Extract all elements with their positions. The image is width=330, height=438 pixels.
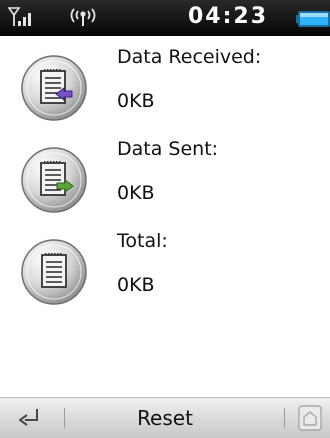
data-received-label: Data Received: (117, 46, 262, 68)
home-icon (298, 405, 322, 431)
data-sent-value: 0KB (117, 182, 155, 204)
total-value: 0KB (117, 274, 155, 296)
data-sent-label: Data Sent: (117, 138, 219, 160)
back-button[interactable] (14, 406, 50, 432)
antenna-icon (70, 8, 96, 26)
total-label: Total: (117, 230, 168, 252)
status-clock: 04:23 (188, 4, 269, 29)
back-arrow-icon (19, 409, 38, 426)
document-sent-icon (21, 147, 87, 213)
row-total: Total: 0KB (0, 222, 330, 342)
status-bar: 04:23 (0, 0, 330, 36)
toolbar-divider (284, 408, 285, 428)
home-button[interactable] (298, 405, 322, 431)
document-received-icon (21, 55, 87, 121)
battery-icon (296, 11, 330, 27)
bottom-toolbar: Reset (0, 397, 330, 438)
data-received-value: 0KB (117, 90, 155, 112)
reset-button[interactable]: Reset (110, 404, 220, 432)
toolbar-divider (64, 408, 65, 428)
signal-strength-icon (8, 7, 31, 26)
document-total-icon (21, 239, 87, 305)
